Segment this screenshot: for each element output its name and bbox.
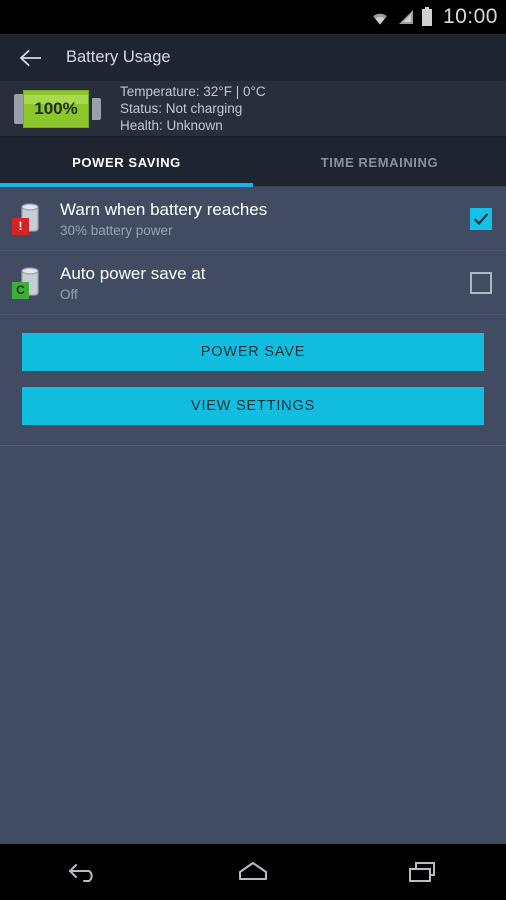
battery-gauge-left-cap xyxy=(14,93,23,124)
table-row[interactable]: ! Warn when battery reaches 30% battery … xyxy=(0,187,506,251)
nav-home-icon xyxy=(238,862,267,880)
tab-bar: POWER SAVING TIME REMAINING xyxy=(0,137,506,187)
wifi-icon xyxy=(369,8,391,26)
tab-power-saving[interactable]: POWER SAVING xyxy=(0,137,253,187)
page-title: Battery Usage xyxy=(66,48,171,66)
nav-home-button[interactable] xyxy=(218,851,288,893)
row-subtitle: 30% battery power xyxy=(60,222,173,238)
battery-full-icon xyxy=(421,7,433,27)
row-subtitle: Off xyxy=(60,286,78,302)
back-button[interactable] xyxy=(18,45,44,71)
empty-content-area xyxy=(0,446,506,844)
nav-back-button[interactable] xyxy=(49,851,119,893)
check-icon xyxy=(473,212,489,225)
battery-gauge-right-cap xyxy=(92,97,101,120)
tab-active-indicator xyxy=(0,183,253,187)
nav-back-icon xyxy=(69,864,93,882)
row-title: Warn when battery reaches xyxy=(60,199,268,219)
view-settings-button[interactable]: VIEW SETTINGS xyxy=(22,387,484,425)
power-save-button[interactable]: POWER SAVE xyxy=(22,333,484,371)
action-button-group: POWER SAVE VIEW SETTINGS xyxy=(0,315,506,445)
row-text-group: Auto power save at Off xyxy=(60,264,456,302)
warning-badge: ! xyxy=(12,217,29,235)
back-arrow-icon xyxy=(19,49,41,66)
eco-badge: C xyxy=(12,281,29,299)
battery-eco-icon: C xyxy=(12,263,46,303)
battery-gauge: 100% xyxy=(14,89,106,128)
navigation-bar xyxy=(0,844,506,900)
row-title: Auto power save at xyxy=(60,263,206,283)
tab-time-remaining[interactable]: TIME REMAINING xyxy=(253,137,506,187)
tab-inactive-underline xyxy=(253,186,506,187)
table-row[interactable]: C Auto power save at Off xyxy=(0,251,506,315)
battery-info-panel: 100% Temperature: 32°F | 0°C Status: Not… xyxy=(0,81,506,137)
action-bar: Battery Usage xyxy=(0,34,506,81)
status-bar-clock: 10:00 xyxy=(442,5,498,28)
battery-percent-label: 100% xyxy=(34,98,78,118)
battery-warning-icon: ! xyxy=(12,199,46,239)
battery-health: Health: Unknown xyxy=(120,117,223,133)
nav-recents-button[interactable] xyxy=(387,851,457,893)
nav-recents-icon xyxy=(408,862,435,882)
battery-details: Temperature: 32°F | 0°C Status: Not char… xyxy=(120,84,266,134)
checkbox-warn-when-battery-reaches[interactable] xyxy=(470,207,492,230)
row-text-group: Warn when battery reaches 30% battery po… xyxy=(60,200,456,238)
battery-gauge-body: 100% xyxy=(23,89,89,128)
checkbox-auto-power-save-at[interactable] xyxy=(470,271,492,294)
battery-temperature: Temperature: 32°F | 0°C xyxy=(120,83,266,99)
app-screen: 10:00 Battery Usage 100% Temperature: 32… xyxy=(0,0,506,900)
status-bar: 10:00 xyxy=(0,0,506,34)
settings-list: ! Warn when battery reaches 30% battery … xyxy=(0,187,506,315)
cellular-signal-icon xyxy=(397,8,415,26)
battery-status: Status: Not charging xyxy=(120,100,243,116)
